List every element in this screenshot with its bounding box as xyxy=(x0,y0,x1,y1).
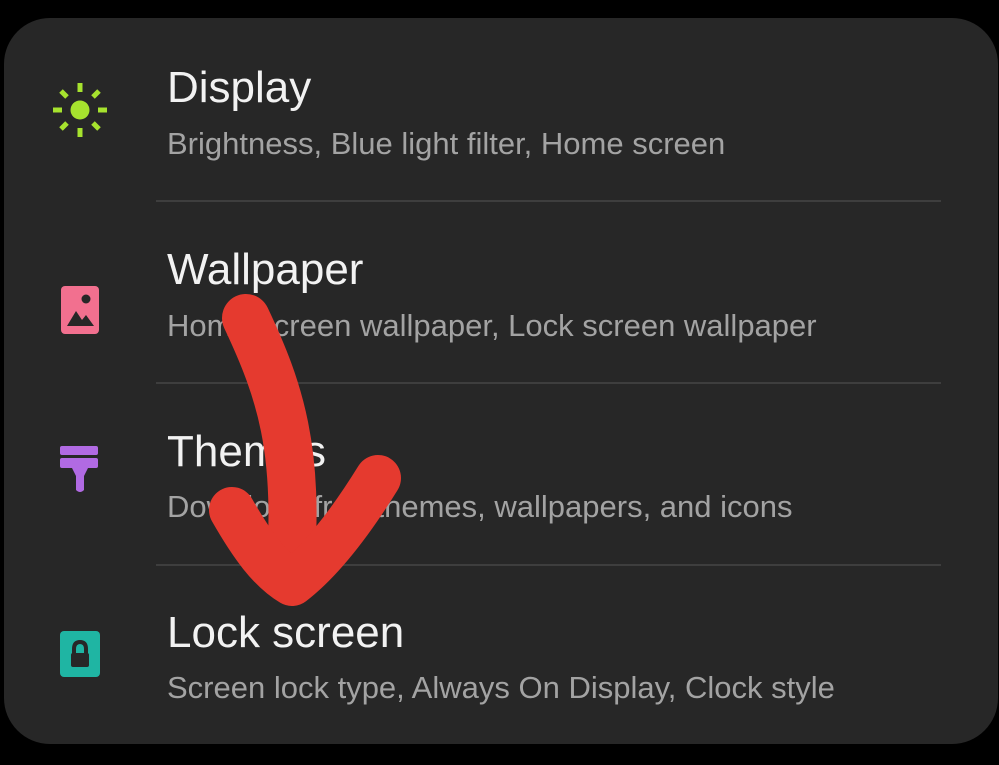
settings-item-title: Lock screen xyxy=(167,608,405,657)
lock-icon xyxy=(50,623,110,683)
settings-item-title: Themes xyxy=(167,427,326,476)
paintbrush-icon xyxy=(50,438,110,498)
settings-item-lock-screen[interactable]: Lock screen Screen lock type, Always On … xyxy=(4,566,998,744)
sun-icon xyxy=(50,80,110,140)
settings-item-subtitle: Home screen wallpaper, Lock screen wallp… xyxy=(167,308,817,343)
settings-item-themes[interactable]: Themes Download free themes, wallpapers,… xyxy=(4,384,998,566)
settings-item-wallpaper[interactable]: Wallpaper Home screen wallpaper, Lock sc… xyxy=(4,202,998,384)
settings-item-subtitle: Download free themes, wallpapers, and ic… xyxy=(167,489,793,524)
settings-item-subtitle: Brightness, Blue light filter, Home scre… xyxy=(167,126,726,161)
image-icon xyxy=(50,280,110,340)
settings-item-subtitle: Screen lock type, Always On Display, Clo… xyxy=(167,670,835,705)
settings-list: Display Brightness, Blue light filter, H… xyxy=(4,18,998,744)
settings-item-title: Wallpaper xyxy=(167,245,364,294)
settings-item-title: Display xyxy=(167,63,312,112)
settings-item-display[interactable]: Display Brightness, Blue light filter, H… xyxy=(4,18,998,200)
